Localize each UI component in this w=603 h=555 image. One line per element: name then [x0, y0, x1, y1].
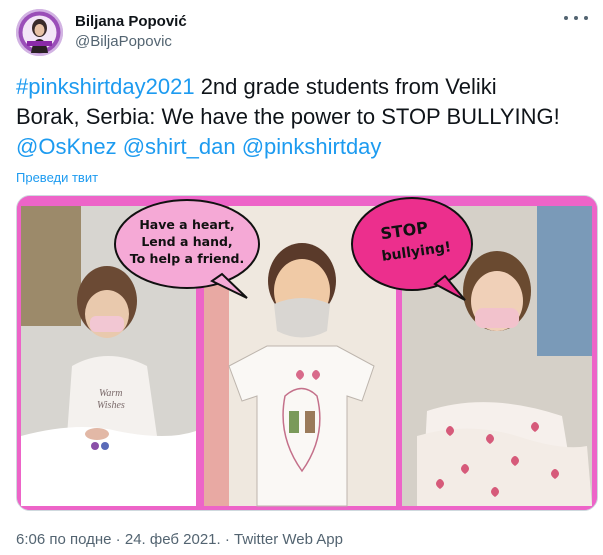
tweet-time[interactable]: 6:06 по подне	[16, 531, 112, 548]
meta-separator: ·	[111, 531, 125, 548]
mention-osknez[interactable]: @OsKnez	[16, 134, 117, 159]
tweet-meta: 6:06 по подне · 24. феб 2021. · Twitter …	[16, 531, 343, 548]
author-handle[interactable]: @BiljaPopovic	[75, 33, 172, 50]
more-options-icon[interactable]	[564, 10, 588, 26]
author-name[interactable]: Biljana Popović	[75, 13, 187, 30]
bubble-left-line2: Lend a hand,	[141, 234, 232, 249]
tweet-source[interactable]: Twitter Web App	[234, 531, 343, 548]
hashtag-link[interactable]: #pinkshirtday2021	[16, 74, 195, 99]
tweet-text-line2: Borak, Serbia: We have the power to STOP…	[16, 104, 560, 129]
meta-separator: ·	[220, 531, 235, 548]
avatar[interactable]	[16, 9, 63, 56]
tweet-text: #pinkshirtday2021 2nd grade students fro…	[16, 72, 591, 162]
tweet-media[interactable]: Warm Wishes Have a heart, Lend a hand, T…	[16, 195, 598, 511]
mention-pinkshirtday[interactable]: @pinkshirtday	[242, 134, 382, 159]
mention-shirt-dan[interactable]: @shirt_dan	[123, 134, 236, 159]
shirt-text-line2: Wishes	[97, 400, 125, 411]
tweet-text-line1: 2nd grade students from Veliki	[194, 74, 497, 99]
avatar-image	[16, 9, 63, 56]
media-collage: Warm Wishes Have a heart, Lend a hand, T…	[17, 196, 597, 510]
bubble-left-line1: Have a heart,	[139, 217, 234, 232]
tweet-card: Biljana Popović @BiljaPopovic #pinkshirt…	[0, 0, 603, 555]
shirt-text-line1: Warm	[99, 388, 123, 399]
translate-tweet-link[interactable]: Преведи твит	[16, 170, 98, 185]
bubble-left-line3: To help a friend.	[130, 251, 245, 266]
tweet-date[interactable]: 24. феб 2021.	[125, 531, 221, 548]
